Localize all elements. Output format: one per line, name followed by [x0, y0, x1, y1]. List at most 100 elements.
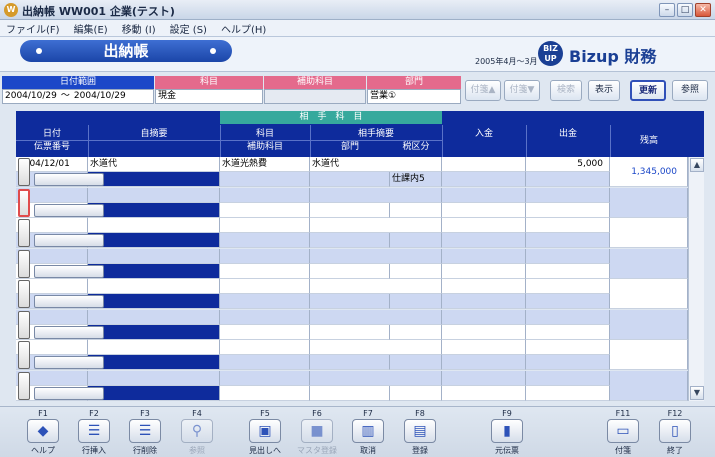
cell-account[interactable]: [220, 248, 310, 264]
menu-move[interactable]: 移動 (I): [122, 21, 156, 36]
cell-tax[interactable]: [390, 324, 442, 340]
cell-memo2[interactable]: [88, 294, 220, 309]
cell-withdrawal2[interactable]: [526, 172, 610, 187]
slip-number-button[interactable]: [34, 173, 104, 186]
cell-memo[interactable]: [88, 309, 220, 325]
cell-balance[interactable]: [610, 218, 688, 248]
fkey-f12-button[interactable]: F12 ▯ 終了: [652, 409, 698, 456]
date-from[interactable]: 2004/10/29: [5, 90, 57, 103]
reference-button[interactable]: 参照: [672, 80, 708, 101]
cell-withdrawal2[interactable]: [526, 294, 610, 309]
cell-withdrawal[interactable]: [526, 370, 610, 386]
fkey-f8-button[interactable]: F8 ▤ 登録: [397, 409, 443, 456]
cell-deposit[interactable]: [442, 248, 526, 264]
table-row[interactable]: [16, 279, 688, 309]
cell-tax[interactable]: [390, 294, 442, 309]
cell-memo[interactable]: [88, 340, 220, 355]
fkey-f3-button[interactable]: F3 ☰ 行削除: [122, 409, 168, 456]
row-selector-button[interactable]: [18, 249, 30, 278]
cell-sub_account[interactable]: [220, 172, 310, 187]
cell-dept[interactable]: [310, 263, 390, 279]
cell-sub_account[interactable]: [220, 294, 310, 309]
tag-up-button[interactable]: 付箋▲: [465, 80, 501, 101]
slip-number-button[interactable]: [34, 295, 104, 308]
cell-withdrawal2[interactable]: [526, 355, 610, 370]
cell-account[interactable]: [220, 309, 310, 325]
date-to[interactable]: 2004/10/29: [74, 90, 126, 103]
cell-counter_memo[interactable]: [310, 309, 442, 325]
cell-counter_memo[interactable]: [310, 218, 442, 233]
table-row[interactable]: [16, 218, 688, 248]
scroll-down-arrow[interactable]: ▼: [690, 386, 704, 400]
cell-withdrawal2[interactable]: [526, 324, 610, 340]
cell-memo[interactable]: [88, 279, 220, 294]
cell-withdrawal[interactable]: [526, 309, 610, 325]
cell-memo2[interactable]: [88, 385, 220, 401]
sub-account-field[interactable]: [264, 89, 366, 104]
cell-withdrawal2[interactable]: [526, 385, 610, 401]
table-row[interactable]: [16, 309, 688, 340]
cell-counter_memo[interactable]: [310, 370, 442, 386]
cell-deposit2[interactable]: [442, 385, 526, 401]
slip-number-button[interactable]: [34, 325, 104, 339]
cell-sub_account[interactable]: [220, 263, 310, 279]
cell-dept[interactable]: [310, 233, 390, 248]
cell-memo2[interactable]: [88, 263, 220, 279]
menu-file[interactable]: ファイル(F): [6, 21, 60, 36]
fkey-f5-button[interactable]: F5 ▣ 見出しへ: [242, 409, 288, 456]
tag-down-button[interactable]: 付箋▼: [504, 80, 540, 101]
fkey-f1-button[interactable]: F1 ◆ ヘルプ: [20, 409, 66, 456]
cell-tax[interactable]: 仕課内5: [390, 172, 442, 187]
table-row[interactable]: [16, 187, 688, 218]
cell-tax[interactable]: [390, 202, 442, 218]
row-selector-button[interactable]: [18, 371, 30, 400]
cell-sub_account[interactable]: [220, 324, 310, 340]
cell-tax[interactable]: [390, 385, 442, 401]
table-row[interactable]: [16, 370, 688, 401]
cell-counter_memo[interactable]: 水道代: [310, 157, 442, 172]
cell-deposit[interactable]: [442, 309, 526, 325]
cell-sub_account[interactable]: [220, 233, 310, 248]
fkey-f9-button[interactable]: F9 ▮ 元伝票: [484, 409, 530, 456]
cell-counter_memo[interactable]: [310, 340, 442, 355]
row-selector-button[interactable]: [18, 188, 30, 217]
cell-memo2[interactable]: [88, 202, 220, 218]
table-row[interactable]: [16, 340, 688, 370]
menu-help[interactable]: ヘルプ(H): [221, 21, 266, 36]
cell-dept[interactable]: [310, 202, 390, 218]
slip-number-button[interactable]: [34, 234, 104, 247]
maximize-button[interactable]: □: [677, 3, 693, 17]
cell-dept[interactable]: [310, 294, 390, 309]
fkey-f4-button[interactable]: F4 ⚲ 参照: [174, 409, 220, 456]
cell-withdrawal[interactable]: [526, 187, 610, 203]
menu-edit[interactable]: 編集(E): [74, 21, 108, 36]
cell-sub_account[interactable]: [220, 385, 310, 401]
cell-tax[interactable]: [390, 355, 442, 370]
account-field[interactable]: 現金: [155, 89, 263, 104]
cell-deposit2[interactable]: [442, 233, 526, 248]
row-selector-button[interactable]: [18, 310, 30, 339]
cell-counter_memo[interactable]: [310, 187, 442, 203]
cell-deposit2[interactable]: [442, 355, 526, 370]
cell-memo[interactable]: [88, 187, 220, 203]
cell-account[interactable]: [220, 279, 310, 294]
cell-balance[interactable]: [610, 279, 688, 309]
cell-dept[interactable]: [310, 355, 390, 370]
cell-balance[interactable]: [610, 309, 688, 340]
update-button[interactable]: 更新: [630, 80, 666, 101]
cell-account[interactable]: 水道光熱費: [220, 157, 310, 172]
cell-tax[interactable]: [390, 233, 442, 248]
cell-withdrawal[interactable]: [526, 218, 610, 233]
slip-number-button[interactable]: [34, 203, 104, 217]
cell-deposit2[interactable]: [442, 263, 526, 279]
cell-deposit[interactable]: [442, 340, 526, 355]
cell-balance[interactable]: [610, 248, 688, 279]
cell-deposit[interactable]: [442, 279, 526, 294]
cell-sub_account[interactable]: [220, 355, 310, 370]
cell-withdrawal[interactable]: 5,000: [526, 157, 610, 172]
cell-withdrawal[interactable]: [526, 279, 610, 294]
cell-balance[interactable]: [610, 340, 688, 370]
cell-tax[interactable]: [390, 263, 442, 279]
cell-account[interactable]: [220, 218, 310, 233]
cell-deposit2[interactable]: [442, 324, 526, 340]
